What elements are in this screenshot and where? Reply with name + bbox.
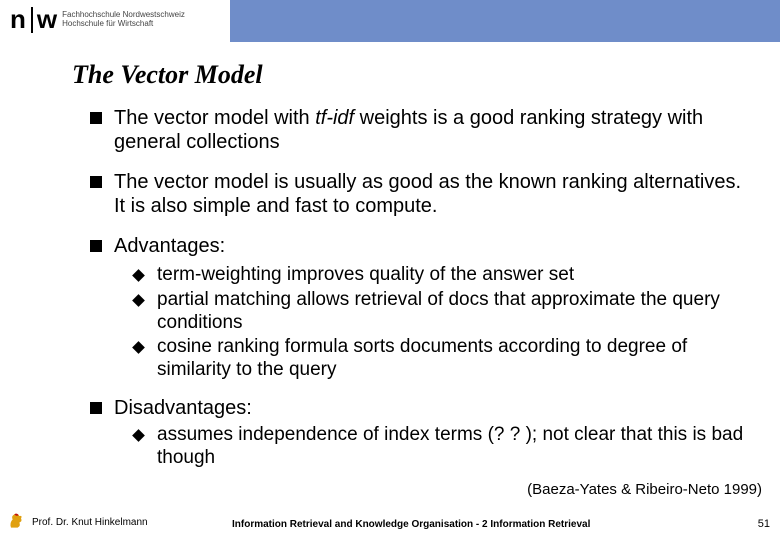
sub-bullet-item: assumes independence of index terms (? ?… xyxy=(134,424,750,470)
sub-bullet-item: partial matching allows retrieval of doc… xyxy=(134,289,750,335)
header-accent-bar xyxy=(230,0,780,42)
logo-mark-w: w xyxy=(37,4,56,35)
diamond-bullet-icon xyxy=(132,269,145,282)
diamond-bullet-icon xyxy=(132,429,145,442)
sub-bullet-list: term-weighting improves quality of the a… xyxy=(134,264,750,382)
rooster-icon xyxy=(6,510,26,532)
sub-bullet-text: partial matching allows retrieval of doc… xyxy=(157,289,750,335)
bullet-item: Disadvantages: xyxy=(90,396,750,420)
logo-line2: Hochschule für Wirtschaft xyxy=(62,20,185,29)
sub-bullet-text: assumes independence of index terms (? ?… xyxy=(157,424,750,470)
institution-logo: n w Fachhochschule Nordwestschweiz Hochs… xyxy=(10,4,185,35)
bullet-item: The vector model is usually as good as t… xyxy=(90,170,750,218)
diamond-bullet-icon xyxy=(132,294,145,307)
slide-header: n w Fachhochschule Nordwestschweiz Hochs… xyxy=(0,0,780,42)
square-bullet-icon xyxy=(90,112,102,124)
logo-divider xyxy=(31,7,33,33)
bullet-text: Disadvantages: xyxy=(114,396,252,420)
footer-author: Prof. Dr. Knut Hinkelmann xyxy=(32,517,148,528)
sub-bullet-text: term-weighting improves quality of the a… xyxy=(157,264,574,287)
page-number: 51 xyxy=(758,518,770,530)
slide-content: The vector model with tf-idf weights is … xyxy=(90,106,750,484)
text-emphasis: tf-idf xyxy=(315,107,354,129)
sub-bullet-item: term-weighting improves quality of the a… xyxy=(134,264,750,287)
square-bullet-icon xyxy=(90,402,102,414)
sub-bullet-item: cosine ranking formula sorts documents a… xyxy=(134,336,750,382)
slide-footer: Prof. Dr. Knut Hinkelmann Information Re… xyxy=(0,514,780,534)
citation: (Baeza-Yates & Ribeiro-Neto 1999) xyxy=(527,481,762,498)
square-bullet-icon xyxy=(90,176,102,188)
bullet-text: The vector model is usually as good as t… xyxy=(114,170,750,218)
logo-text: Fachhochschule Nordwestschweiz Hochschul… xyxy=(62,11,185,29)
diamond-bullet-icon xyxy=(132,342,145,355)
sub-bullet-text: cosine ranking formula sorts documents a… xyxy=(157,336,750,382)
bullet-item: Advantages: xyxy=(90,234,750,258)
logo-mark: n xyxy=(10,4,25,35)
sub-bullet-list: assumes independence of index terms (? ?… xyxy=(134,424,750,470)
bullet-item: The vector model with tf-idf weights is … xyxy=(90,106,750,154)
bullet-text: Advantages: xyxy=(114,234,225,258)
bullet-text: The vector model with tf-idf weights is … xyxy=(114,106,750,154)
text-run: The vector model with xyxy=(114,107,315,129)
slide-title: The Vector Model xyxy=(72,60,263,90)
square-bullet-icon xyxy=(90,240,102,252)
footer-title: Information Retrieval and Knowledge Orga… xyxy=(232,519,590,530)
